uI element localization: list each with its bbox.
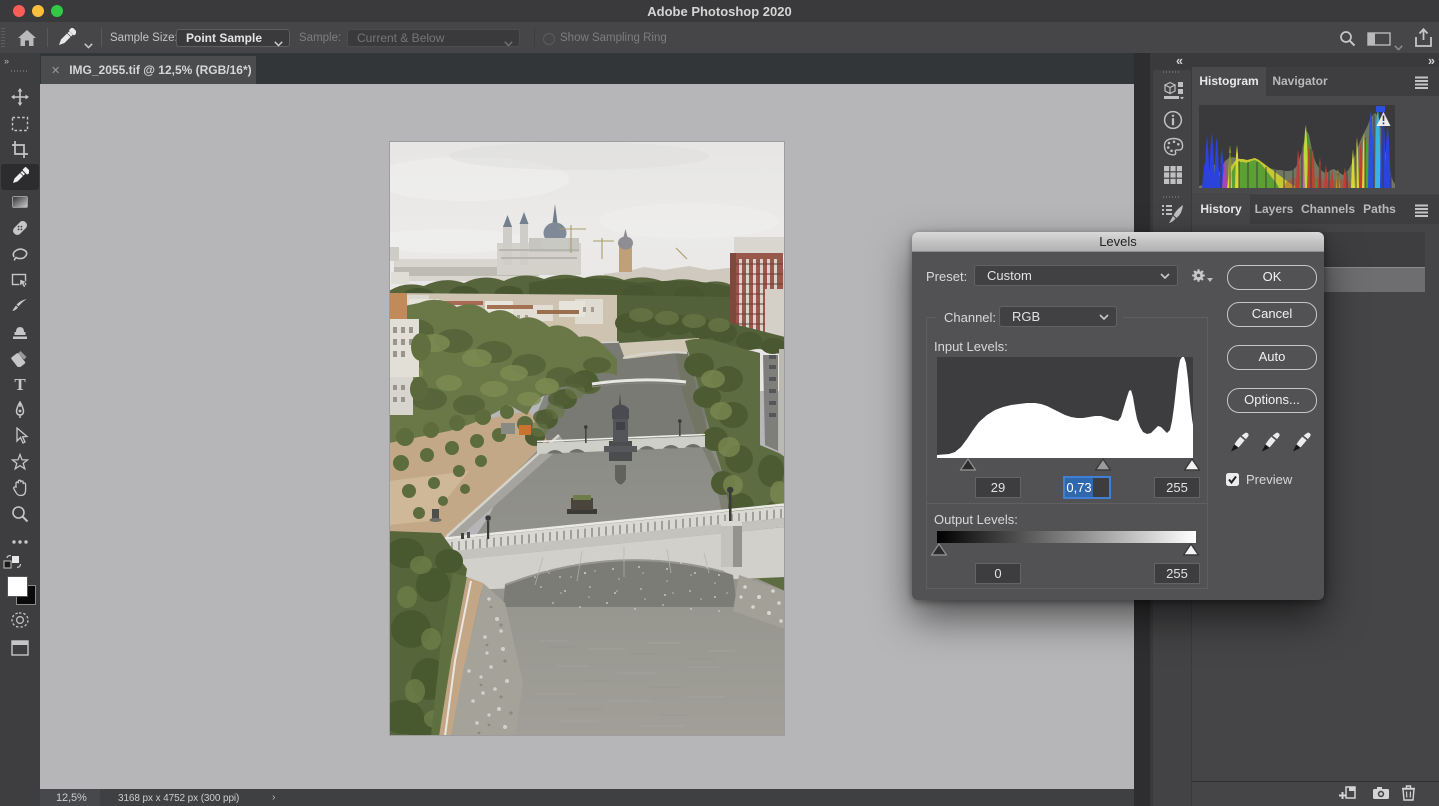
svg-text:T: T [14, 375, 26, 393]
